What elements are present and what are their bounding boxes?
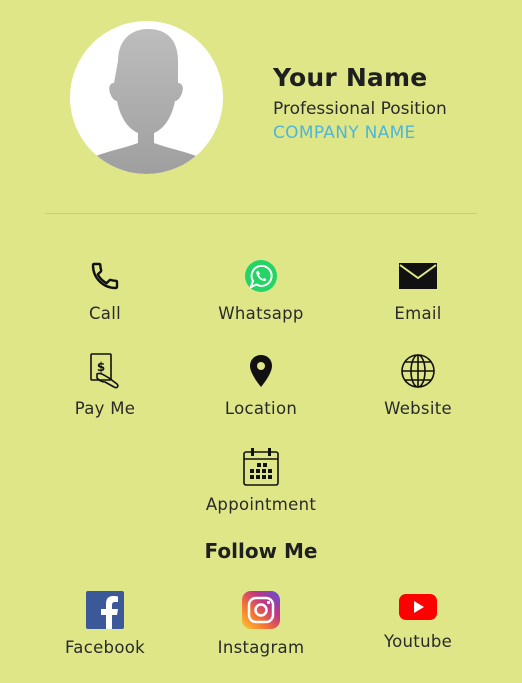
divider	[45, 213, 477, 214]
whatsapp-icon	[191, 256, 331, 296]
call-button[interactable]: Call	[35, 256, 175, 323]
globe-icon	[348, 351, 488, 391]
youtube-label: Youtube	[383, 632, 453, 651]
website-label: Website	[384, 399, 452, 418]
pay-me-label: Pay Me	[74, 399, 136, 418]
follow-me-heading: Follow Me	[204, 539, 318, 563]
instagram-button[interactable]: Instagram	[191, 590, 331, 657]
website-button[interactable]: Website	[348, 351, 488, 418]
instagram-label: Instagram	[217, 638, 305, 657]
youtube-icon	[348, 590, 488, 624]
map-pin-icon	[191, 351, 331, 391]
facebook-icon	[35, 590, 175, 630]
email-button[interactable]: Email	[348, 256, 488, 323]
profile-info: Your Name Professional Position COMPANY …	[273, 62, 447, 144]
facebook-label: Facebook	[65, 638, 145, 657]
phone-icon	[35, 256, 175, 296]
call-label: Call	[88, 304, 121, 323]
facebook-button[interactable]: Facebook	[35, 590, 175, 657]
money-hand-icon: $	[35, 351, 175, 391]
location-label: Location	[224, 399, 298, 418]
profile-position: Professional Position	[273, 99, 447, 119]
envelope-icon	[348, 256, 488, 296]
email-label: Email	[394, 304, 442, 323]
calendar-icon	[191, 447, 331, 487]
profile-name: Your Name	[273, 63, 428, 92]
youtube-button[interactable]: Youtube	[348, 590, 488, 651]
whatsapp-button[interactable]: Whatsapp	[191, 256, 331, 323]
business-card: Your Name Professional Position COMPANY …	[0, 0, 522, 683]
company-name: COMPANY NAME	[273, 123, 416, 143]
person-silhouette-icon	[70, 21, 223, 174]
appointment-label: Appointment	[205, 495, 317, 514]
instagram-icon	[191, 590, 331, 630]
whatsapp-label: Whatsapp	[218, 304, 304, 323]
avatar	[70, 21, 223, 174]
pay-me-button[interactable]: $ Pay Me	[35, 351, 175, 418]
svg-text:$: $	[97, 360, 105, 374]
appointment-button[interactable]: Appointment	[191, 447, 331, 514]
location-button[interactable]: Location	[191, 351, 331, 418]
